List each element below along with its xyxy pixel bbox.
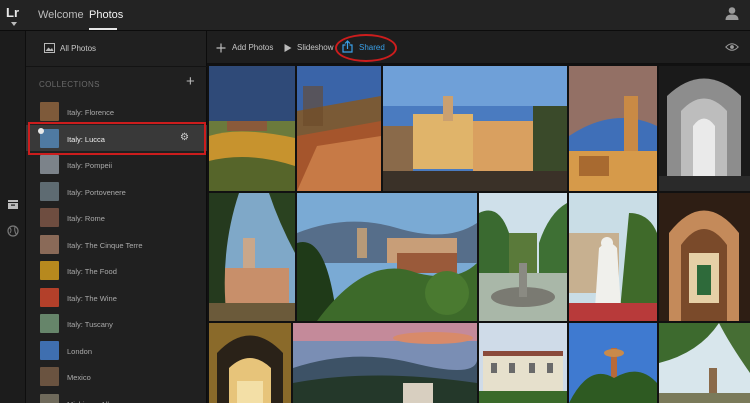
photo-tile[interactable] — [209, 193, 295, 321]
collection-label: Italy: The Wine — [67, 293, 117, 303]
collection-item[interactable]: Italy: Tuscany — [26, 310, 207, 336]
slideshow-button[interactable]: Slideshow — [283, 31, 338, 64]
collection-thumbnail — [40, 208, 59, 227]
tab-welcome[interactable]: Welcome — [38, 9, 84, 21]
collection-label: London — [67, 346, 93, 356]
play-icon — [284, 44, 292, 52]
collection-thumbnail — [40, 261, 59, 280]
collection-item[interactable]: Italy: The Cinque Terre — [26, 231, 207, 257]
collection-thumbnail — [40, 314, 59, 333]
collection-label: Italy: Portovenere — [67, 187, 126, 197]
collection-item[interactable]: Italy: Portovenere — [26, 178, 207, 204]
photo-tile[interactable] — [383, 66, 567, 191]
photo-tile[interactable] — [293, 323, 477, 403]
photo-tile[interactable] — [659, 323, 750, 403]
collection-item[interactable]: Italy: The Wine — [26, 284, 207, 310]
divider — [26, 66, 207, 67]
photo-tile[interactable] — [659, 66, 750, 191]
lightroom-window: Lr Welcome Photos All Photos COLLECTIONS… — [0, 0, 750, 403]
eye-icon[interactable] — [725, 42, 739, 52]
add-collection-button[interactable]: + — [186, 74, 195, 89]
top-bar: Lr Welcome Photos — [0, 0, 750, 31]
photo-tile[interactable] — [297, 193, 477, 321]
photo-tile[interactable] — [297, 66, 381, 191]
collections-heading: COLLECTIONS — [39, 80, 100, 89]
photo-tile[interactable] — [569, 323, 657, 403]
collection-thumbnail — [40, 102, 59, 121]
photo-tile[interactable] — [209, 323, 291, 403]
collection-item[interactable]: Mexico — [26, 363, 207, 389]
selection-highlight-box — [28, 122, 206, 155]
collection-thumbnail — [40, 367, 59, 386]
lightroom-logo[interactable]: Lr — [6, 5, 22, 21]
library-icon[interactable] — [7, 198, 19, 210]
left-rail — [0, 31, 26, 403]
app-menu-caret-icon[interactable] — [11, 22, 17, 26]
tab-photos[interactable]: Photos — [89, 9, 123, 21]
photo-tile[interactable] — [209, 66, 295, 191]
collection-thumbnail — [40, 181, 59, 201]
shared-web-icon[interactable] — [7, 225, 19, 237]
photo-tile[interactable] — [479, 323, 567, 403]
collection-item[interactable]: Italy: The Food — [26, 257, 207, 283]
photo-tile[interactable] — [659, 193, 750, 321]
collection-label: Italy: The Cinque Terre — [67, 240, 143, 250]
collection-item[interactable]: London — [26, 337, 207, 363]
collection-item[interactable]: Michigan: Allegan — [26, 390, 207, 403]
add-photos-label: Add Photos — [232, 43, 274, 52]
photo-grid — [207, 64, 750, 403]
collection-label: Italy: Tuscany — [67, 320, 113, 329]
collection-thumbnail — [40, 340, 59, 360]
photo-tile[interactable] — [569, 193, 657, 321]
user-account-icon[interactable] — [725, 6, 739, 20]
photo-tile[interactable] — [479, 193, 567, 321]
photo-icon — [44, 43, 55, 53]
plus-icon — [216, 43, 226, 53]
collection-label: Italy: Rome — [67, 214, 105, 223]
all-photos-item[interactable]: All Photos — [26, 31, 207, 66]
collection-label: Italy: Pompeii — [67, 161, 113, 170]
photo-tile[interactable] — [569, 66, 657, 191]
toolbar: Add Photos Slideshow Shared — [207, 31, 750, 64]
shared-highlight-oval — [335, 34, 397, 62]
add-photos-button[interactable]: Add Photos — [216, 31, 286, 64]
collection-label: Michigan: Allegan — [67, 400, 126, 403]
sidebar: All Photos COLLECTIONS + Italy: Florence… — [26, 31, 207, 403]
all-photos-label: All Photos — [60, 44, 97, 53]
collection-label: Mexico — [67, 373, 91, 382]
collection-thumbnail — [40, 234, 59, 254]
slideshow-label: Slideshow — [297, 43, 334, 52]
collection-label: Italy: Florence — [67, 108, 115, 117]
collection-item[interactable]: Italy: Florence — [26, 98, 207, 124]
collection-label: Italy: The Food — [67, 267, 117, 276]
collection-thumbnail — [40, 287, 59, 307]
collection-thumbnail — [40, 393, 59, 403]
collection-item[interactable]: Italy: Rome — [26, 204, 207, 230]
collection-thumbnail — [40, 155, 59, 174]
active-tab-indicator — [89, 28, 117, 30]
